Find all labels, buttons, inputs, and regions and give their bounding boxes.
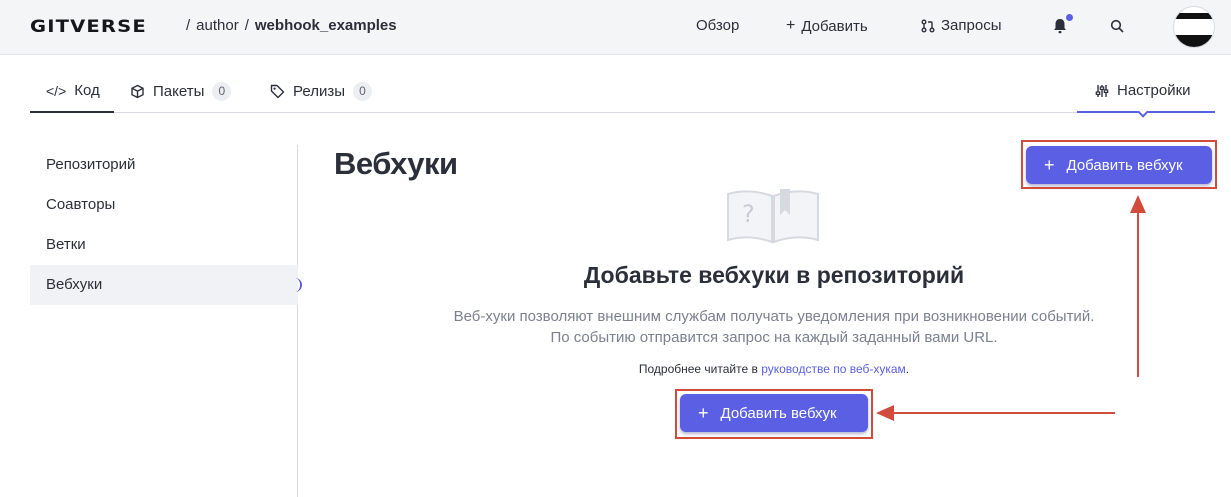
annotation-arrows bbox=[876, 195, 1146, 421]
annotation-arrowhead-up bbox=[1130, 195, 1146, 213]
annotation-arrowhead-left bbox=[876, 405, 894, 421]
